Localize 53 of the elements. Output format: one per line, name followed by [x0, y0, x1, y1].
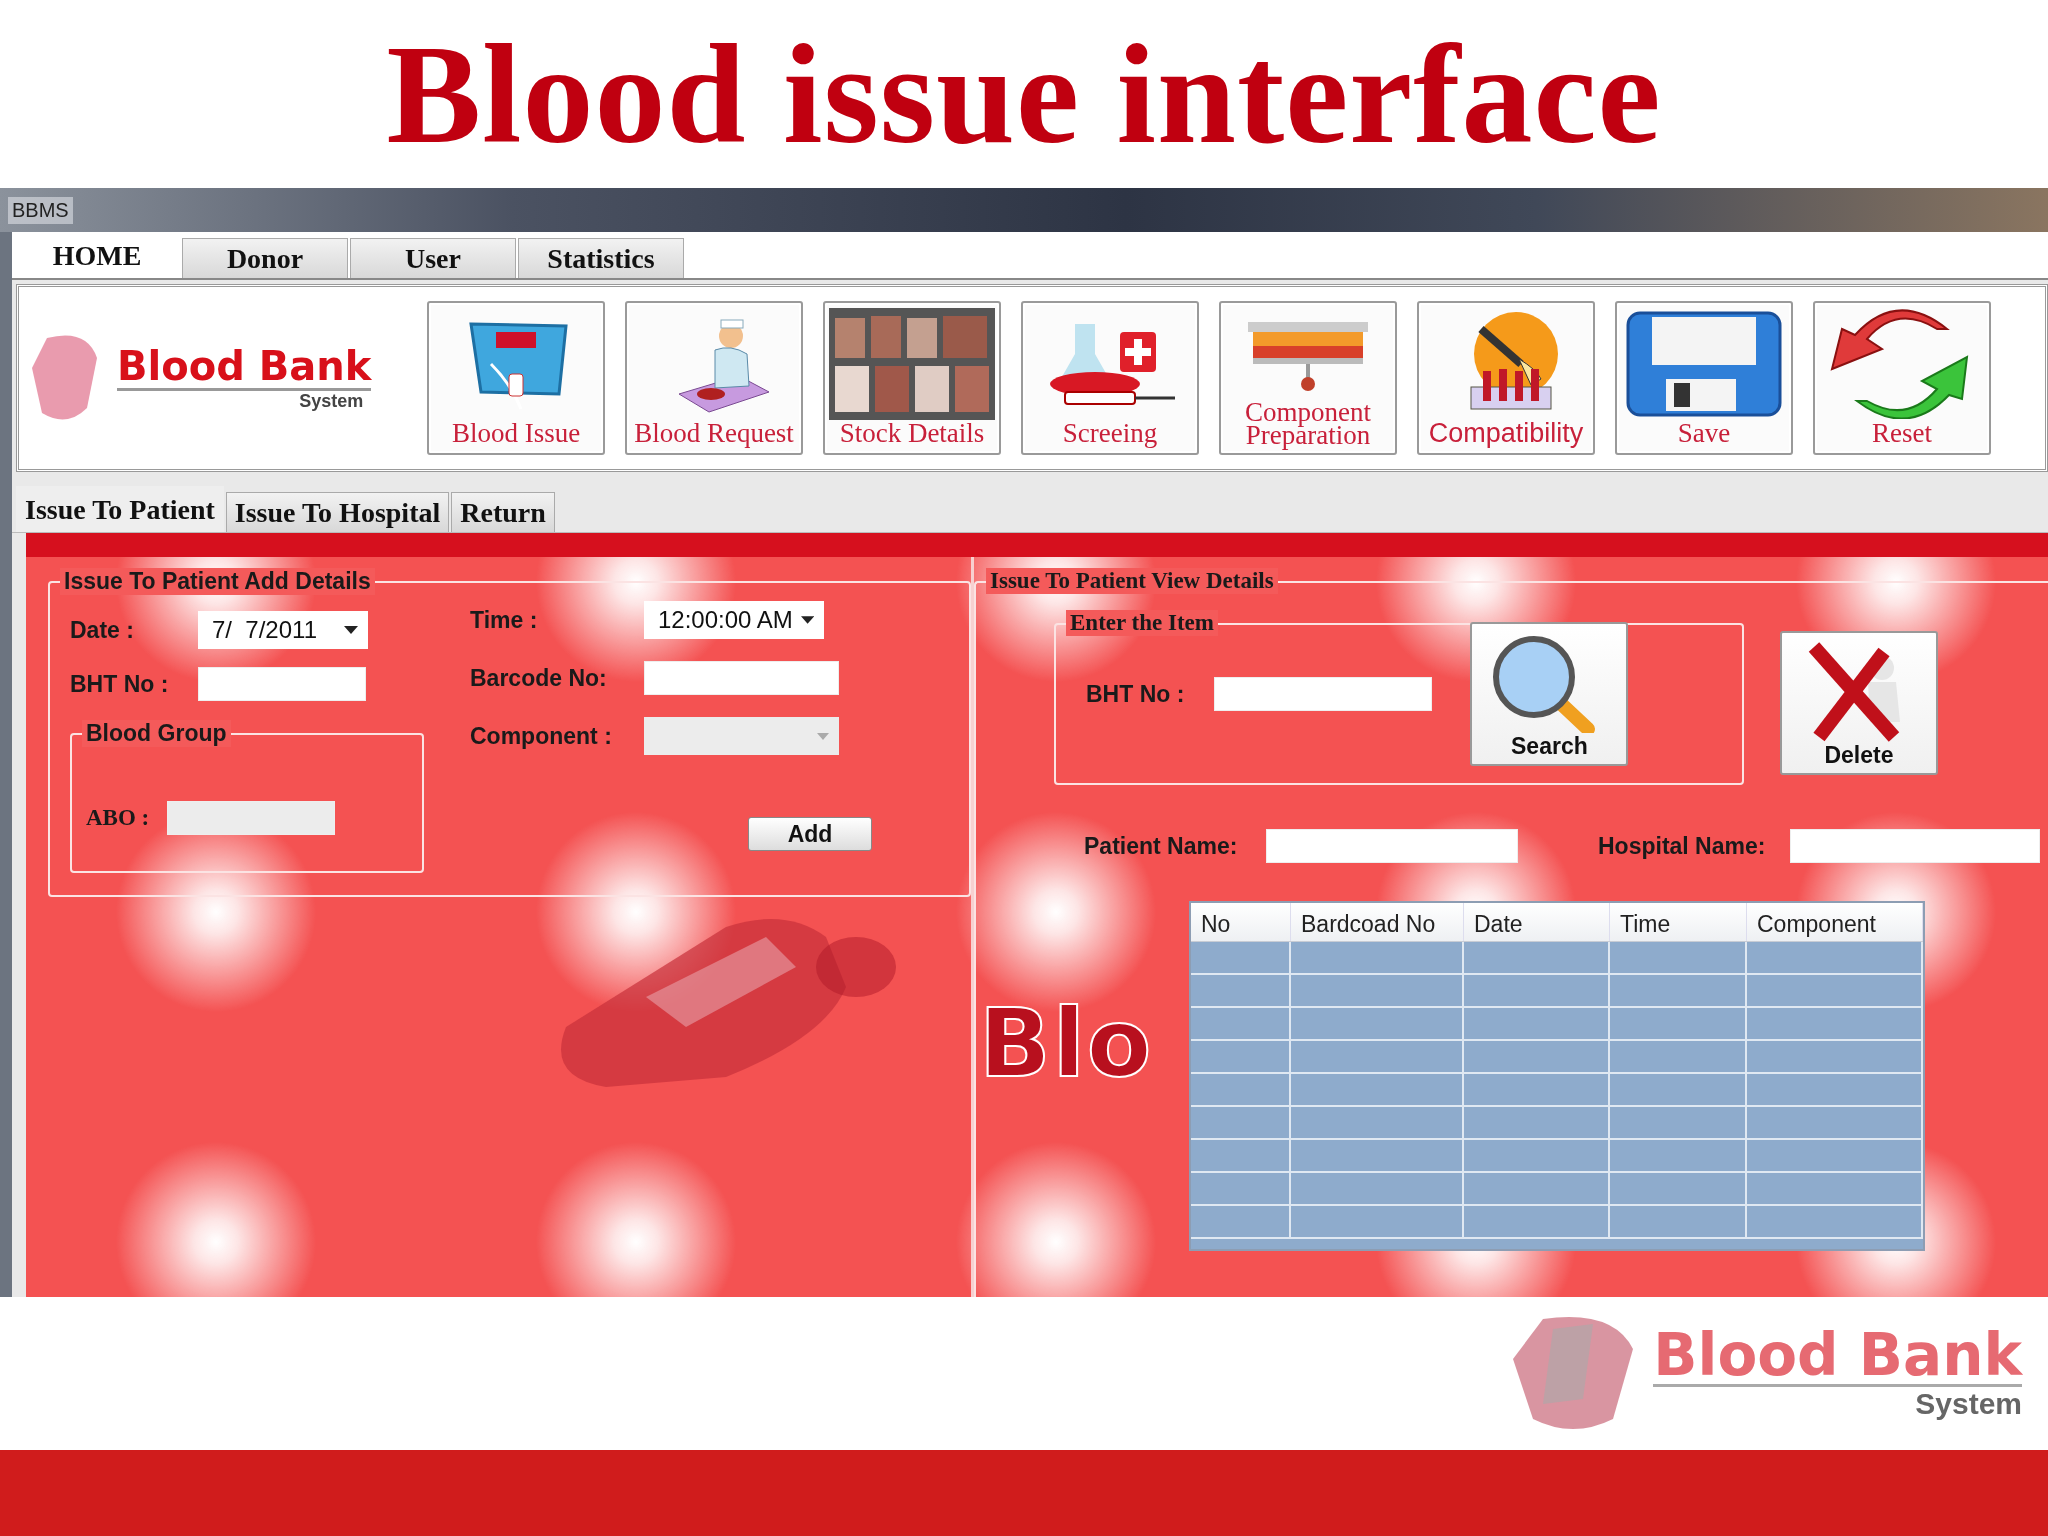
- add-button[interactable]: Add: [748, 817, 872, 851]
- logo-subtitle: System: [299, 391, 364, 412]
- logo-title: Blood Bank: [1653, 1326, 2022, 1387]
- logo-subtitle: System: [1915, 1387, 2022, 1421]
- column-header[interactable]: Bardcoad No: [1291, 903, 1464, 941]
- toolbar-button[interactable]: Component Preparation: [1219, 301, 1397, 455]
- group-title: Issue To Patient View Details: [986, 568, 1278, 594]
- tab[interactable]: Donor: [182, 238, 348, 278]
- blood-bags-rack-icon: [829, 307, 995, 420]
- column-header[interactable]: No: [1191, 903, 1291, 941]
- tab[interactable]: Statistics: [518, 238, 684, 278]
- window-title: BBMS: [8, 196, 73, 224]
- field-label: BHT No :: [70, 670, 170, 698]
- toolbar-button[interactable]: Compatibility: [1417, 301, 1595, 455]
- field-label: ABO :: [86, 805, 150, 831]
- group-title: Blood Group: [82, 720, 231, 747]
- slide-title: Blood issue interface: [385, 14, 1663, 175]
- toolbar-button[interactable]: Save: [1615, 301, 1793, 455]
- input-field[interactable]: [1214, 677, 1433, 711]
- field-label: Date :: [70, 616, 135, 644]
- time-picker[interactable]: 12:00:00 AM: [644, 601, 824, 639]
- group-title: Issue To Patient Add Details: [60, 568, 375, 595]
- column-header[interactable]: Time: [1610, 903, 1747, 941]
- input-field[interactable]: [1266, 829, 1518, 863]
- caret-icon: [344, 626, 358, 634]
- caret-icon: [800, 616, 814, 624]
- logo-title: Blood Bank: [117, 344, 372, 391]
- field-label: Hospital Name:: [1598, 832, 1767, 860]
- search-button[interactable]: Search: [1470, 622, 1629, 766]
- toolbar-button[interactable]: Blood Request: [625, 301, 803, 455]
- column-header[interactable]: Date: [1464, 903, 1610, 941]
- input-field[interactable]: [198, 667, 366, 701]
- field-label: Time :: [470, 606, 539, 634]
- field-label: Barcode No:: [470, 664, 608, 692]
- toolbar-button[interactable]: Screeing: [1021, 301, 1199, 455]
- tab[interactable]: Return: [451, 492, 555, 532]
- toolbar-button[interactable]: Blood Issue: [427, 301, 605, 455]
- toolbar-button[interactable]: Reset: [1813, 301, 1991, 455]
- tab[interactable]: Issue To Hospital: [225, 492, 450, 532]
- background-text: Blo: [979, 997, 1154, 1091]
- field-label: Component :: [470, 722, 613, 750]
- input-field[interactable]: [1790, 829, 2040, 863]
- group-title: Enter the Item: [1066, 610, 1218, 636]
- field-label: BHT No :: [1086, 680, 1185, 708]
- tab[interactable]: Issue To Patient: [16, 486, 224, 532]
- toolbar-button[interactable]: Stock Details: [823, 301, 1001, 455]
- caret-icon: [817, 732, 829, 740]
- field-label: Patient Name:: [1084, 832, 1239, 860]
- input-field[interactable]: [644, 661, 839, 695]
- tab[interactable]: User: [350, 238, 516, 278]
- date-picker[interactable]: 7/ 7/2011: [198, 611, 368, 649]
- column-header[interactable]: Component: [1747, 903, 1923, 941]
- delete-button[interactable]: Delete: [1780, 631, 1938, 775]
